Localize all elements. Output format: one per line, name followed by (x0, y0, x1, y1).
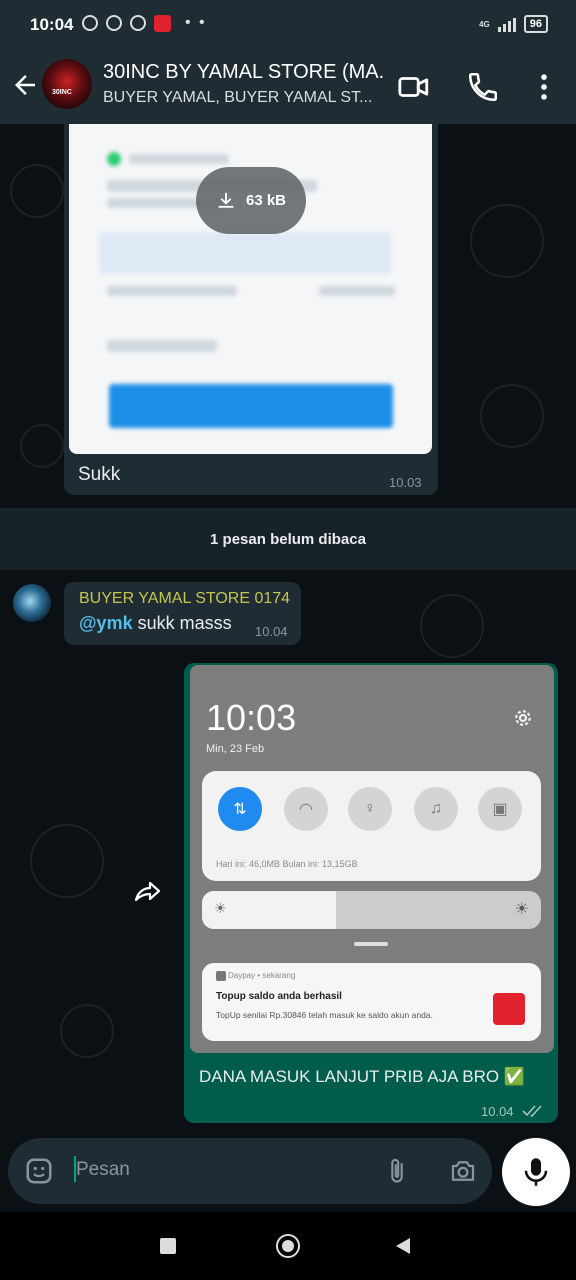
drag-handle (354, 942, 388, 946)
avatar-text: 30INC (52, 89, 72, 96)
status-time: 10:04 (30, 15, 74, 34)
sender-avatar[interactable] (13, 584, 51, 622)
b-circle-icon (106, 15, 122, 31)
brightness-slider: ☀ ☀ (202, 891, 541, 929)
message-time: 10.03 (389, 475, 422, 490)
forward-icon[interactable] (133, 878, 165, 904)
signal-icon (497, 16, 516, 32)
chat-participants[interactable]: BUYER YAMAL, BUYER YAMAL ST... (103, 89, 383, 107)
screenshot-image[interactable]: 10:03 Min, 23 Feb ⇅ ◠ ♀ ♫ ▣ Hari ini: 46… (190, 665, 554, 1053)
more-options-icon[interactable] (527, 70, 561, 104)
microphone-icon (524, 1158, 548, 1186)
sender-name[interactable]: BUYER YAMAL STORE 0174 (79, 590, 290, 608)
status-icons: • • (82, 14, 207, 32)
doodle-decoration (30, 824, 104, 898)
message-input[interactable]: Pesan (76, 1159, 130, 1181)
dana-icon (154, 14, 171, 32)
settings-gear-icon (515, 710, 531, 726)
doodle-decoration (20, 424, 64, 468)
download-size: 63 kB (245, 192, 287, 209)
download-icon (218, 192, 234, 208)
network-label: 4G (479, 19, 490, 29)
recents-square-icon[interactable] (160, 1238, 176, 1254)
battery-icon: 96 (523, 15, 548, 33)
message-time: 10.04 (481, 1104, 514, 1119)
alarm-icon (82, 15, 98, 31)
emoji-sticker-icon[interactable] (24, 1156, 54, 1186)
video-call-icon[interactable] (397, 70, 431, 104)
unread-banner: 1 pesan belum dibaca (0, 508, 576, 570)
dana-logo-icon (493, 993, 525, 1025)
message-time: 10.04 (255, 624, 288, 639)
notification-card: Daypay • sekarang Topup saldo anda berha… (202, 963, 541, 1041)
quick-settings-panel: ⇅ ◠ ♀ ♫ ▣ Hari ini: 46,0MB Bulan ini: 13… (202, 771, 541, 881)
unread-label: 1 pesan belum dibaca (210, 530, 366, 548)
screenshot-toggle-icon: ▣ (478, 787, 522, 831)
doodle-decoration (470, 204, 544, 278)
brightness-low-icon: ☀ (214, 900, 227, 916)
chat-title[interactable]: 30INC BY YAMAL STORE (MA... (103, 61, 383, 84)
group-avatar[interactable]: 30INC (42, 59, 92, 109)
download-button[interactable]: 63 kB (196, 167, 306, 234)
notif-app: Daypay • sekarang (228, 971, 296, 980)
message-composer: Pesan (8, 1138, 492, 1204)
voice-record-button[interactable] (502, 1138, 570, 1206)
home-circle-icon[interactable] (276, 1234, 300, 1258)
doodle-decoration (480, 384, 544, 448)
notif-body: TopUp senilai Rp.30846 telah masuk ke sa… (216, 1010, 433, 1020)
shot-date: Min, 23 Feb (206, 743, 265, 755)
doodle-decoration (60, 1004, 114, 1058)
camera-icon[interactable] (448, 1156, 478, 1186)
message-text: @ymk sukk masss (79, 613, 232, 634)
voice-call-icon[interactable] (466, 70, 500, 104)
wifi-toggle-icon: ◠ (284, 787, 328, 831)
attach-icon[interactable] (383, 1156, 411, 1186)
status-bar: 10:04 • • 4G 96 (0, 0, 576, 50)
app-icon (216, 971, 226, 981)
shot-clock: 10:03 (206, 697, 297, 738)
flashlight-toggle-icon: ♀ (348, 787, 392, 831)
status-right: 4G 96 (479, 15, 548, 33)
data-usage-text: Hari ini: 46,0MB Bulan ini: 13,15GB (216, 859, 358, 869)
more-dots-icon: • • (185, 14, 207, 31)
doodle-decoration (10, 164, 64, 218)
back-triangle-icon[interactable] (393, 1236, 413, 1256)
back-arrow-icon[interactable] (10, 70, 40, 100)
message-body: sukk masss (132, 613, 232, 633)
chat-header: 30INC 30INC BY YAMAL STORE (MA... BUYER … (0, 50, 576, 124)
outgoing-caption: DANA MASUK LANJUT PRIB AJA BRO ✅ (199, 1067, 525, 1086)
data-toggle-icon: ⇅ (218, 787, 262, 831)
whatsapp-icon (130, 15, 146, 31)
bell-toggle-icon: ♫ (414, 787, 458, 831)
read-receipt-icon (522, 1105, 542, 1118)
brightness-high-icon: ☀ (514, 901, 529, 918)
mention-link[interactable]: @ymk (79, 613, 133, 633)
system-nav-bar (0, 1212, 576, 1280)
doodle-decoration (420, 594, 484, 658)
notif-title: Topup saldo anda berhasil (216, 991, 342, 1002)
image-caption: Sukk (78, 464, 121, 485)
